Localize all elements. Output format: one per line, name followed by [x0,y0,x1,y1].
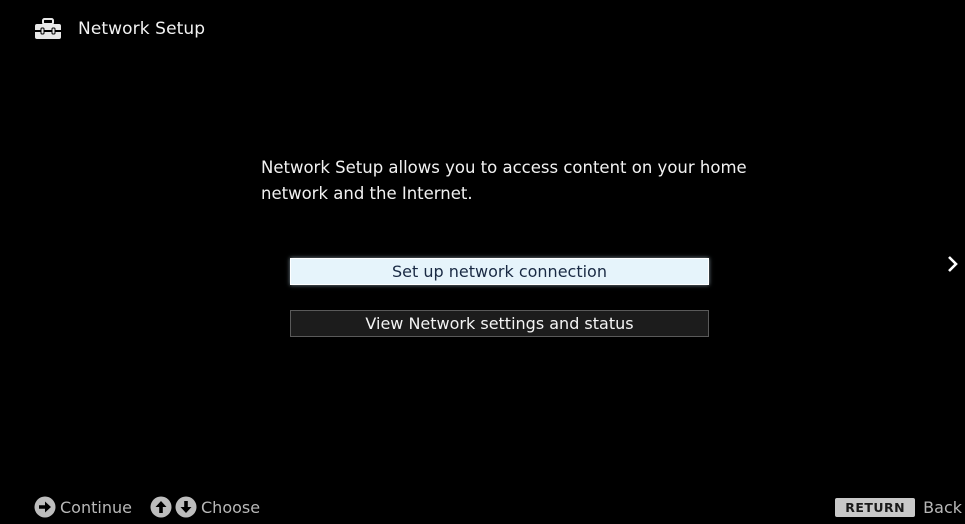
description-text: Network Setup allows you to access conte… [261,158,747,203]
footer-hints: Continue Choose RETURN Back [34,496,965,518]
header: Network Setup [34,16,205,42]
toolbox-icon [35,18,61,39]
page-title: Network Setup [78,19,206,39]
view-network-settings-button[interactable]: View Network settings and status [290,310,709,337]
tv-screen: Network Setup Network Setup allows you t… [0,0,965,524]
arrow-down-circle-icon [175,496,197,518]
continue-hint: Continue [34,496,132,518]
back-label: Back [923,497,962,517]
choose-hint: Choose [150,496,260,518]
arrow-right-circle-icon [34,496,56,518]
arrow-up-circle-icon [150,496,172,518]
chevron-right-icon[interactable] [945,252,961,276]
return-key-badge: RETURN [835,497,916,517]
continue-label: Continue [60,497,132,517]
choose-label: Choose [201,497,261,517]
setup-network-connection-button[interactable]: Set up network connection [290,258,709,285]
back-hint: RETURN Back [835,496,962,518]
